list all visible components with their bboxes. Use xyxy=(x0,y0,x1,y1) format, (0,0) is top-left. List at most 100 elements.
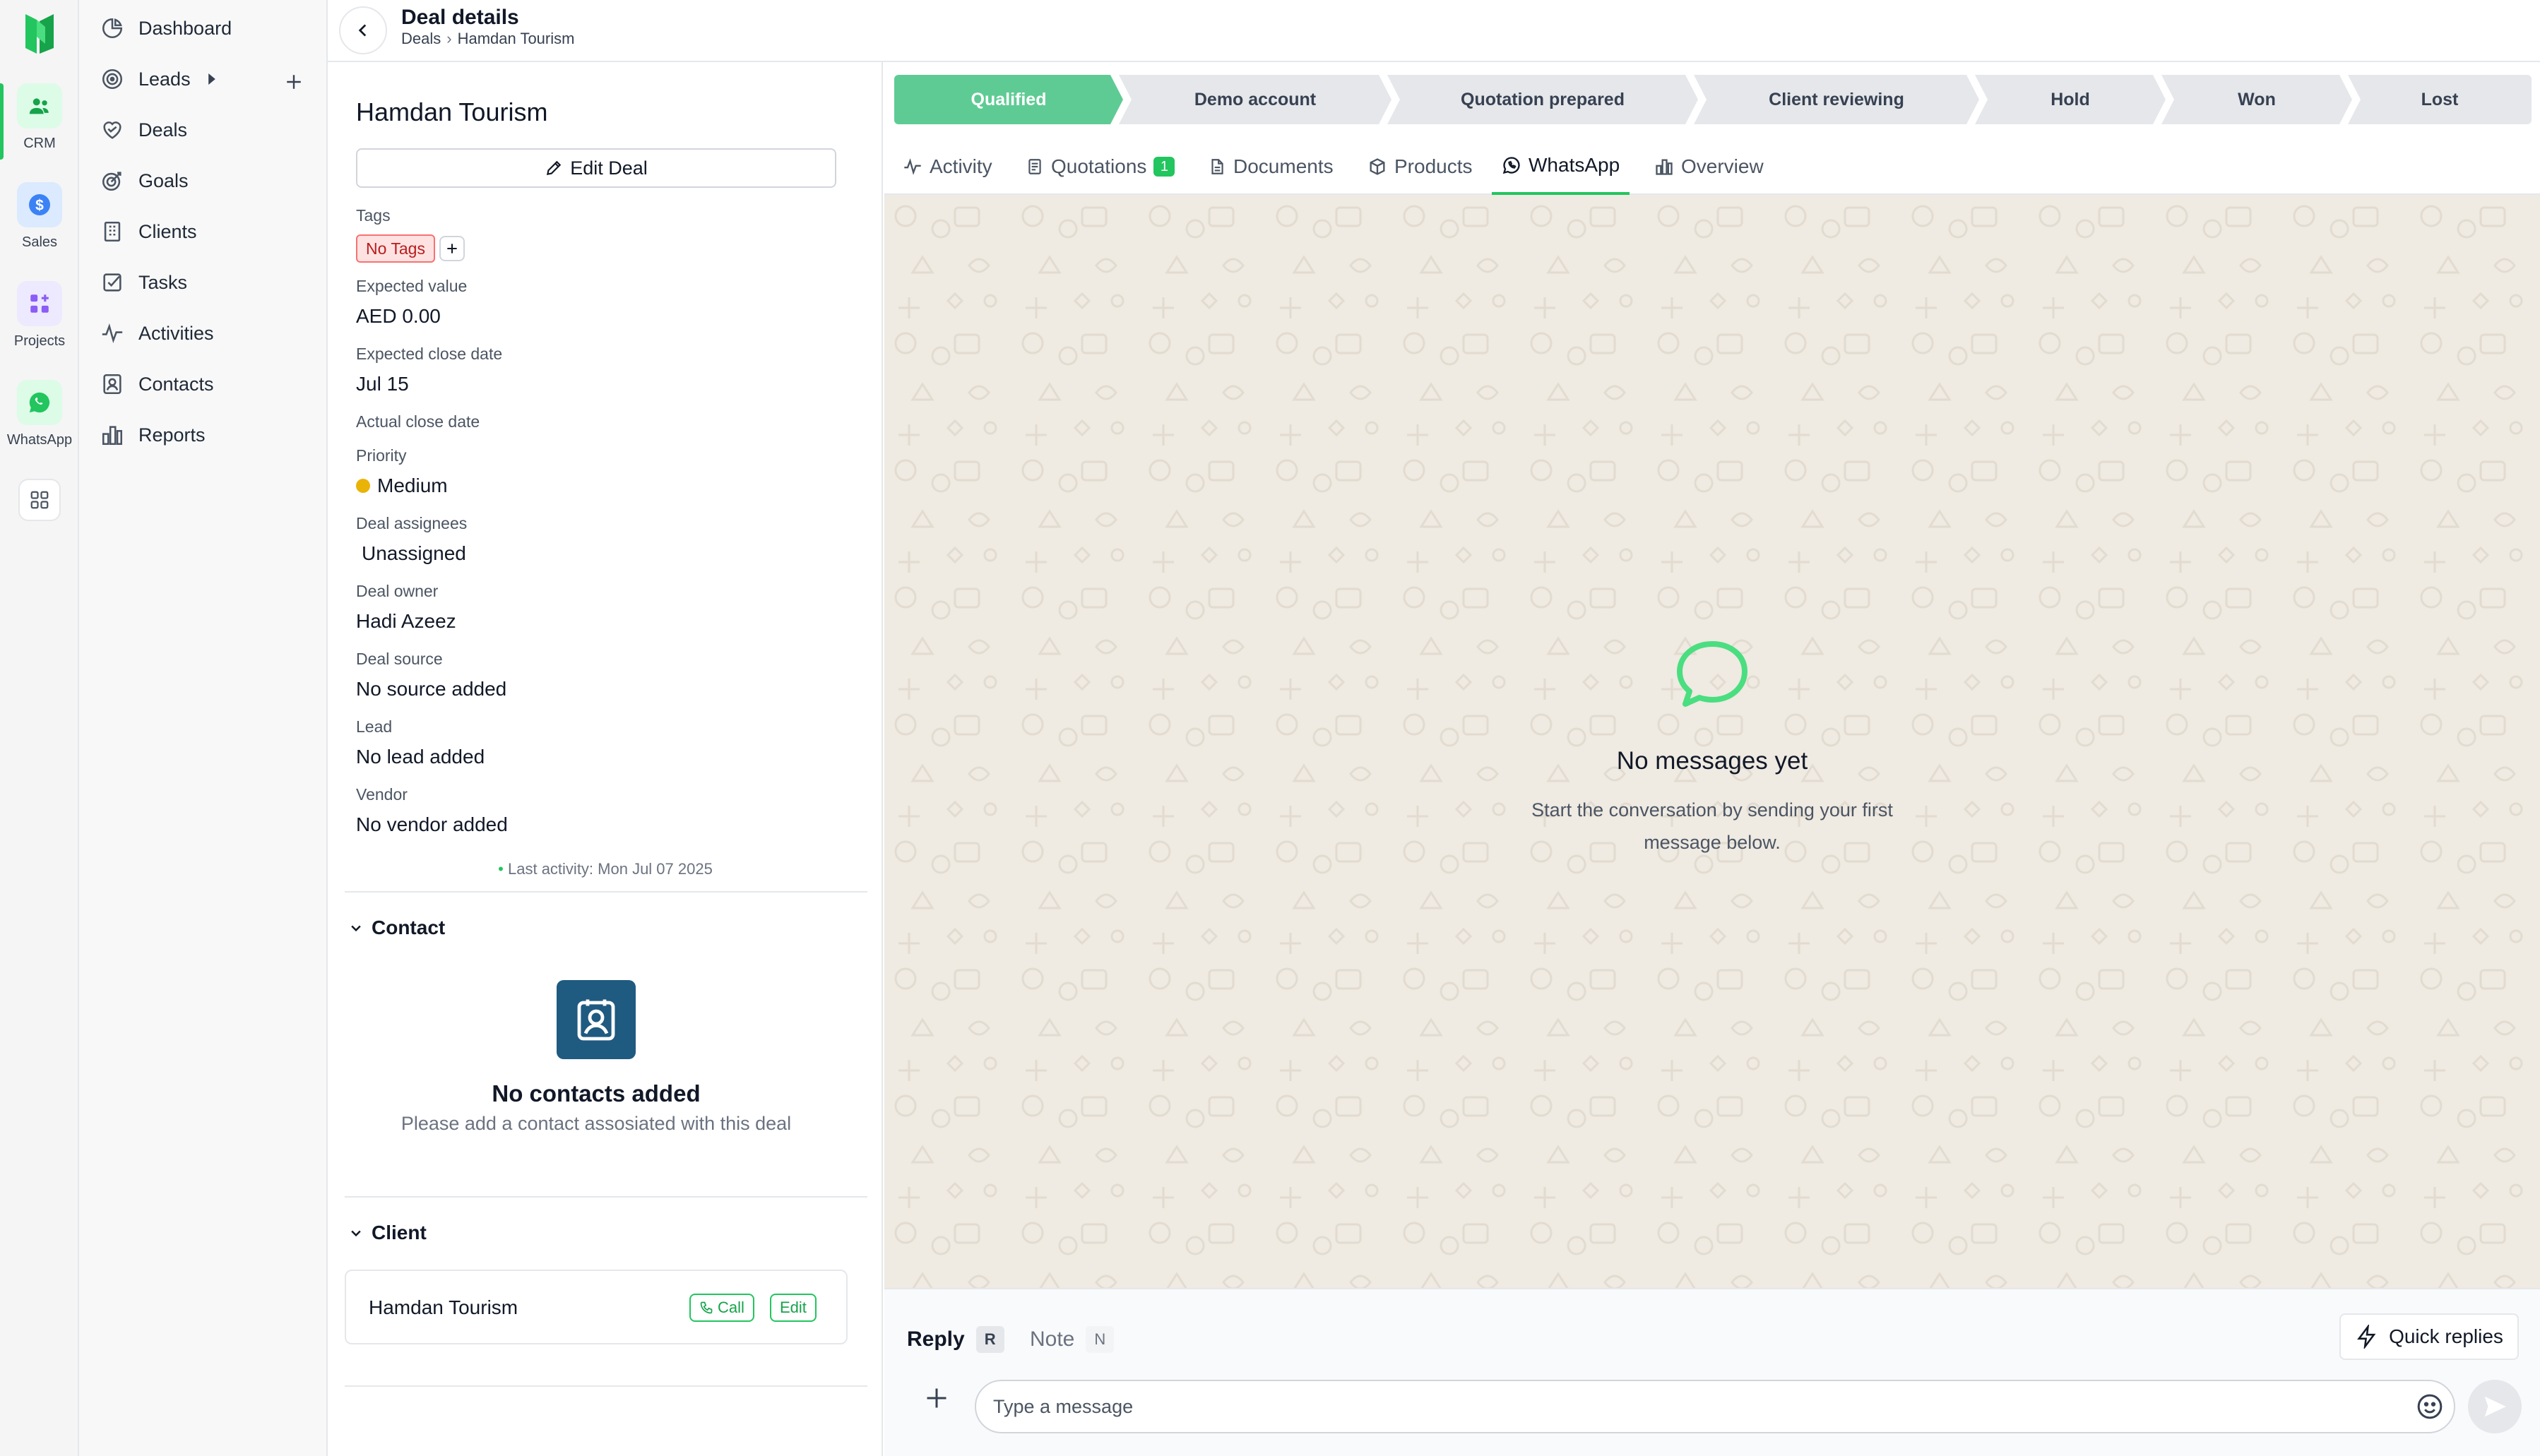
nav-item-activities[interactable]: Activities xyxy=(100,314,214,353)
priority-dot xyxy=(356,479,370,493)
tab-label: Documents xyxy=(1233,155,1334,177)
tab-products[interactable]: Products xyxy=(1367,138,1473,195)
reply-mode-tab[interactable]: Reply R xyxy=(907,1326,1004,1353)
divider xyxy=(345,1385,867,1387)
divider xyxy=(345,891,867,893)
contact-section-toggle[interactable]: Contact xyxy=(349,917,445,939)
deal-details-panel: Hamdan Tourism Edit Deal Tags No Tags Ex… xyxy=(328,62,883,1456)
emoji-button[interactable] xyxy=(2414,1391,2445,1422)
edit-client-button[interactable]: Edit xyxy=(770,1294,817,1322)
nav-item-reports[interactable]: Reports xyxy=(100,415,206,455)
building-icon xyxy=(104,221,121,242)
no-messages-title: No messages yet xyxy=(1616,747,1808,775)
contact-section-title: Contact xyxy=(372,917,446,938)
nav-sidebar: Dashboard Leads Deals Goals Clients Task… xyxy=(79,0,328,1456)
rail-item-whatsapp[interactable]: WhatsApp xyxy=(0,380,79,448)
caret-right-icon[interactable] xyxy=(206,72,218,86)
nav-item-deals[interactable]: Deals xyxy=(100,110,187,150)
nav-item-tasks[interactable]: Tasks xyxy=(100,263,187,302)
handshake-icon xyxy=(103,121,121,139)
client-section-toggle[interactable]: Client xyxy=(349,1222,427,1244)
expected-value: AED 0.00 xyxy=(356,305,441,327)
add-lead-button[interactable] xyxy=(278,66,309,97)
bar-chart-icon xyxy=(102,426,123,446)
breadcrumb-current: Hamdan Tourism xyxy=(457,30,575,47)
phone-icon xyxy=(700,1301,713,1314)
nav-item-goals[interactable]: Goals xyxy=(100,161,189,201)
nav-label: Goals xyxy=(138,169,189,191)
nav-label: Leads xyxy=(138,68,191,90)
no-tags-badge: No Tags xyxy=(356,234,435,263)
tab-label: Quotations xyxy=(1051,155,1147,177)
rail-item-projects[interactable]: Projects xyxy=(0,281,79,350)
back-button[interactable] xyxy=(339,6,387,54)
nav-label: Clients xyxy=(138,220,197,242)
priority-value: Medium xyxy=(356,475,448,497)
quick-replies-button[interactable]: Quick replies xyxy=(2339,1313,2519,1360)
nav-item-contacts[interactable]: Contacts xyxy=(100,364,214,404)
contact-icon xyxy=(103,374,121,395)
nav-item-leads[interactable]: Leads xyxy=(100,59,232,99)
note-mode-tab[interactable]: Note N xyxy=(1030,1326,1115,1353)
brand-logo-icon[interactable] xyxy=(23,11,57,56)
stage-demo-account[interactable]: Demo account xyxy=(1119,75,1391,124)
message-input[interactable] xyxy=(975,1380,2455,1433)
note-label: Note xyxy=(1030,1327,1075,1351)
activity-icon xyxy=(102,323,123,343)
target-icon xyxy=(102,68,123,90)
app-rail: CRM $ Sales Projects WhatsApp xyxy=(0,0,79,1456)
whatsapp-icon xyxy=(17,380,62,425)
tab-documents[interactable]: Documents xyxy=(1208,138,1334,195)
stage-client-reviewing[interactable]: Client reviewing xyxy=(1694,75,1979,124)
tab-overview[interactable]: Overview xyxy=(1654,138,1764,195)
add-tag-button[interactable] xyxy=(439,236,465,261)
divider xyxy=(345,1196,867,1198)
pie-chart-icon xyxy=(102,18,123,39)
stage-qualified[interactable]: Qualified xyxy=(894,75,1123,124)
chevron-right-icon: › xyxy=(446,30,452,47)
rail-item-apps[interactable] xyxy=(0,479,79,521)
owner-value: Hadi Azeez xyxy=(356,610,456,632)
assignees-label: Deal assignees xyxy=(356,514,468,532)
tab-activity[interactable]: Activity xyxy=(903,138,992,195)
stage-hold[interactable]: Hold xyxy=(1975,75,2166,124)
grid-plus-icon xyxy=(17,281,62,326)
client-section-title: Client xyxy=(372,1222,427,1243)
whatsapp-icon xyxy=(1502,157,1520,174)
rail-label: Sales xyxy=(21,234,58,250)
priority-text: Medium xyxy=(377,475,448,496)
tab-whatsapp[interactable]: WhatsApp xyxy=(1492,138,1630,195)
nav-item-dashboard[interactable]: Dashboard xyxy=(100,8,232,48)
expected-close-value: Jul 15 xyxy=(356,373,409,395)
nav-item-clients[interactable]: Clients xyxy=(100,212,197,251)
rail-item-sales[interactable]: $ Sales xyxy=(0,182,79,251)
send-button[interactable] xyxy=(2468,1380,2522,1433)
rail-item-crm[interactable]: CRM xyxy=(0,83,79,152)
stage-lost[interactable]: Lost xyxy=(2348,75,2532,124)
tab-quotations[interactable]: Quotations 1 xyxy=(1026,138,1175,195)
breadcrumb: Deals › Hamdan Tourism xyxy=(401,30,574,48)
whatsapp-chat-area[interactable]: No messages yet Start the conversation b… xyxy=(884,195,2540,1288)
edit-deal-label: Edit Deal xyxy=(570,157,648,179)
breadcrumb-deals-link[interactable]: Deals xyxy=(401,30,441,48)
plus-icon xyxy=(927,1388,946,1408)
tab-label: WhatsApp xyxy=(1529,154,1620,176)
users-icon xyxy=(17,83,62,129)
reply-label: Reply xyxy=(907,1327,965,1351)
expected-value-label: Expected value xyxy=(356,277,468,295)
edit-deal-button[interactable]: Edit Deal xyxy=(356,148,836,188)
nav-label: Reports xyxy=(138,424,206,446)
deal-name: Hamdan Tourism xyxy=(356,97,548,126)
document-icon xyxy=(1028,159,1041,174)
actual-close-label: Actual close date xyxy=(356,412,480,431)
attach-button[interactable] xyxy=(915,1377,958,1419)
stage-quotation-prepared[interactable]: Quotation prepared xyxy=(1387,75,1698,124)
nav-label: Dashboard xyxy=(138,17,232,39)
chevron-left-icon xyxy=(358,24,367,37)
nav-label: Deals xyxy=(138,119,188,141)
call-client-button[interactable]: Call xyxy=(689,1294,754,1322)
rail-label: WhatsApp xyxy=(6,432,73,448)
vendor-label: Vendor xyxy=(356,785,408,804)
svg-text:$: $ xyxy=(35,198,44,214)
stage-won[interactable]: Won xyxy=(2161,75,2352,124)
